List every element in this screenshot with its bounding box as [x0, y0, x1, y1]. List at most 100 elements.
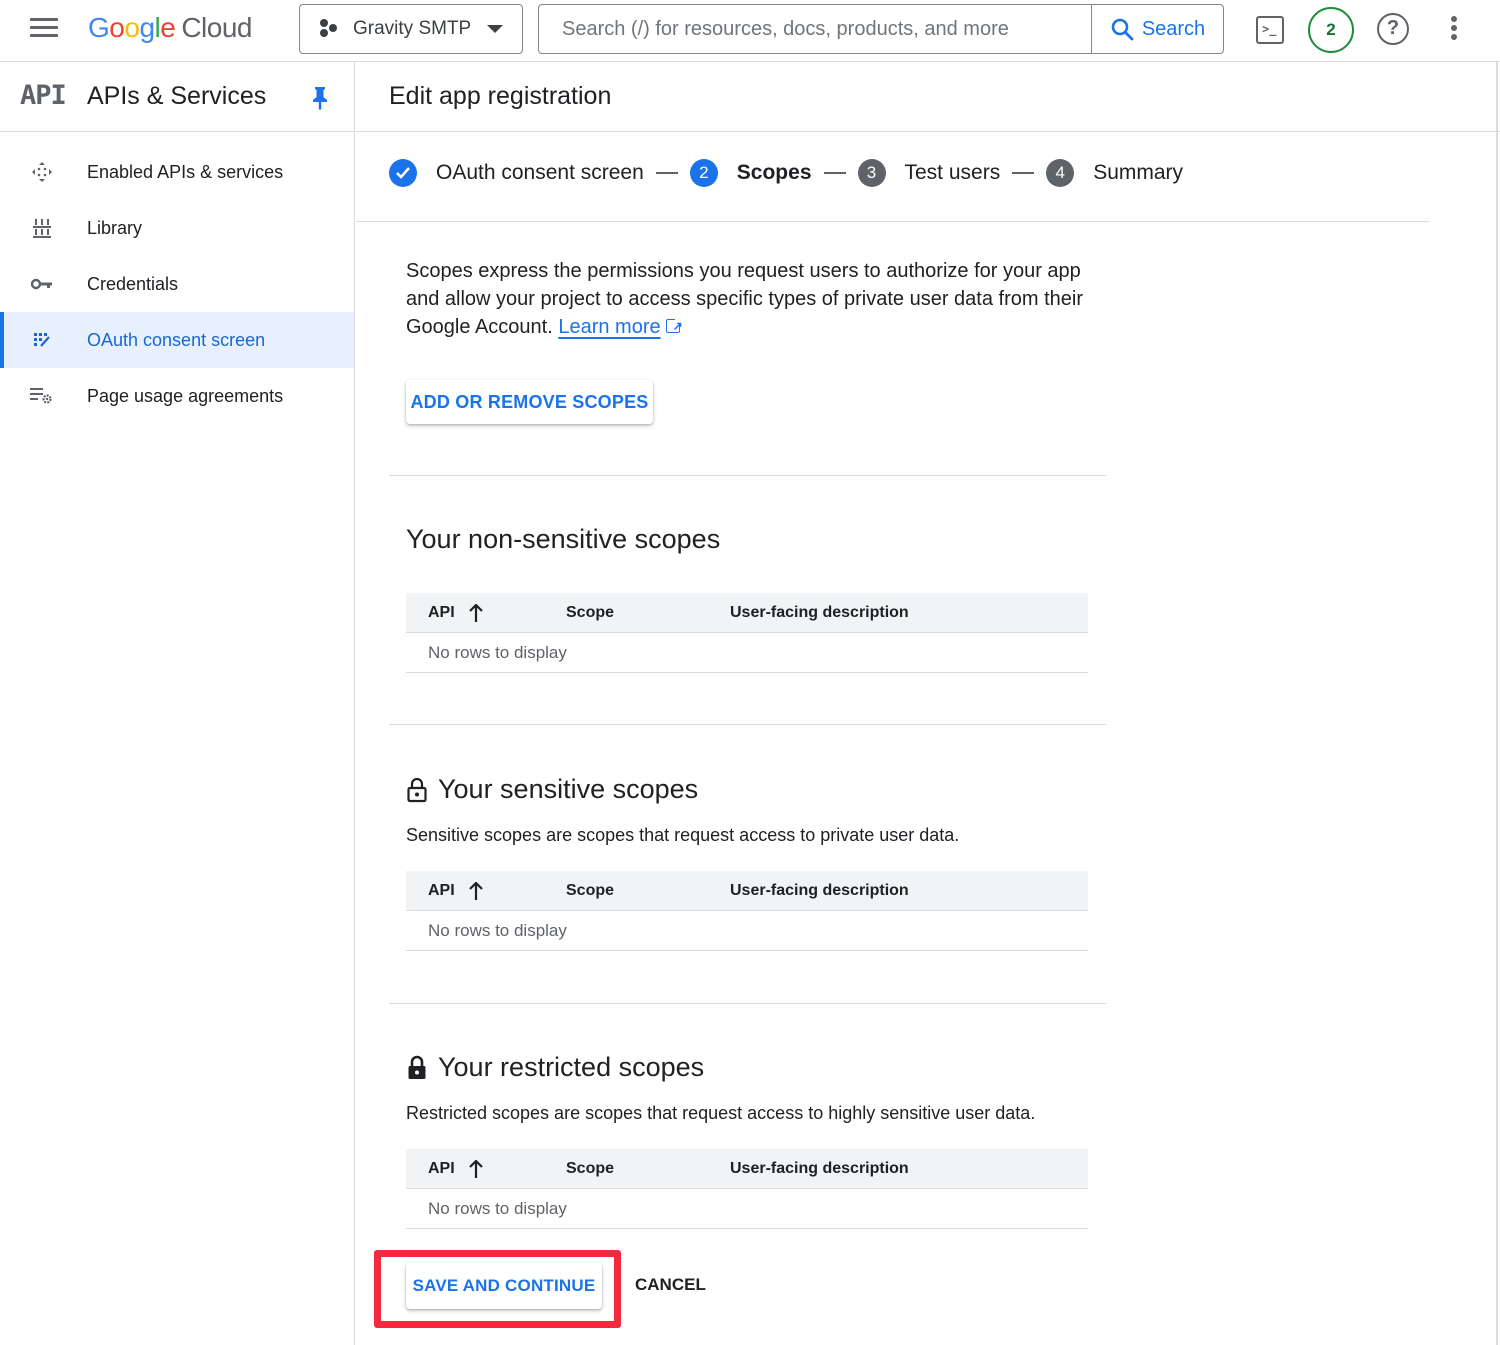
section-title: Your non-sensitive scopes [406, 524, 720, 555]
sidebar-item-credentials[interactable]: Credentials [0, 256, 354, 312]
top-bar: GoogleCloud Gravity SMTP Search >_ 2 ? [0, 0, 1500, 62]
notifications-badge[interactable]: 2 [1308, 7, 1354, 53]
logo-letter: o [109, 12, 125, 43]
column-header-scope[interactable]: Scope [566, 604, 614, 622]
column-header-api[interactable]: API [428, 1160, 483, 1178]
stepper: OAuth consent screen 2 Scopes 3 Test use… [389, 159, 1183, 187]
project-picker[interactable]: Gravity SMTP [299, 4, 523, 54]
sidebar-title: APIs & Services [87, 82, 267, 110]
step-number: 4 [1046, 159, 1075, 187]
sidebar-item-oauth-consent[interactable]: OAuth consent screen [0, 312, 354, 368]
empty-row: No rows to display [406, 1189, 1088, 1229]
step-separator [655, 172, 678, 174]
step-oauth-consent[interactable]: OAuth consent screen [436, 161, 644, 185]
section-description: Sensitive scopes are scopes that request… [406, 825, 960, 845]
column-header-api[interactable]: API [428, 604, 483, 622]
oauth-consent-icon [30, 328, 54, 352]
project-icon [318, 19, 340, 39]
page-title: Edit app registration [389, 82, 612, 110]
section-description: Restricted scopes are scopes that reques… [406, 1103, 1036, 1123]
sidebar: API APIs & Services Enabled APIs & servi… [0, 62, 355, 1345]
sidebar-item-label: OAuth consent screen [87, 329, 266, 350]
lock-outline-icon [407, 777, 427, 802]
project-name: Gravity SMTP [353, 18, 472, 39]
empty-row: No rows to display [406, 633, 1088, 673]
intro-text: Scopes express the permissions you reque… [406, 260, 1083, 338]
step-check-icon[interactable] [389, 159, 417, 187]
search-button[interactable]: Search [1091, 5, 1223, 53]
section-title-text: Your sensitive scopes [438, 774, 699, 804]
divider [356, 221, 1429, 222]
sidebar-header: API APIs & Services [0, 62, 354, 132]
step-scopes: Scopes [736, 161, 812, 184]
page-header: Edit app registration [356, 62, 1500, 132]
sidebar-item-label: Credentials [87, 273, 179, 294]
external-link-icon [665, 312, 683, 340]
table-header: API Scope User-facing description [406, 593, 1088, 633]
non-sensitive-scopes-table: API Scope User-facing description No row… [406, 593, 1088, 673]
chevron-down-icon [487, 25, 504, 33]
step-test-users: Test users [904, 161, 1001, 184]
step-separator [823, 172, 846, 174]
enabled-apis-icon [30, 160, 54, 184]
sort-ascending-icon [468, 882, 483, 900]
search-input[interactable] [539, 5, 1091, 53]
search-bar: Search [538, 4, 1224, 54]
pin-icon[interactable] [312, 86, 328, 110]
save-and-continue-button[interactable]: SAVE AND CONTINUE [406, 1263, 602, 1309]
sidebar-item-enabled-apis[interactable]: Enabled APIs & services [0, 144, 354, 200]
learn-more-label: Learn more [558, 316, 661, 338]
learn-more-link[interactable]: Learn more [558, 316, 660, 338]
add-remove-scopes-button[interactable]: ADD OR REMOVE SCOPES [406, 380, 653, 424]
logo-letter: o [124, 12, 140, 43]
intro-paragraph: Scopes express the permissions you reque… [406, 257, 1096, 341]
help-icon[interactable]: ? [1377, 13, 1409, 45]
section-title: Your sensitive scopes [406, 774, 698, 805]
api-logo-icon: API [20, 80, 67, 111]
step-number: 2 [689, 159, 718, 187]
hamburger-line [30, 26, 58, 29]
settings-list-icon [30, 384, 54, 408]
column-header-description[interactable]: User-facing description [730, 1160, 909, 1178]
cloud-shell-icon[interactable]: >_ [1256, 16, 1284, 44]
restricted-scopes-table: API Scope User-facing description No row… [406, 1149, 1088, 1229]
google-cloud-logo[interactable]: Google Cloud [88, 12, 252, 44]
table-header: API Scope User-facing description [406, 871, 1088, 911]
more-vert-icon[interactable] [1448, 16, 1460, 44]
logo-letter: g [139, 12, 155, 43]
search-icon [1111, 18, 1134, 41]
column-header-description[interactable]: User-facing description [730, 882, 909, 900]
logo-product: Cloud [181, 12, 252, 43]
page-scrollbar[interactable] [1496, 62, 1498, 1345]
column-header-description[interactable]: User-facing description [730, 604, 909, 622]
column-header-scope[interactable]: Scope [566, 1160, 614, 1178]
sort-ascending-icon [468, 1160, 483, 1178]
hamburger-line [30, 34, 58, 37]
sidebar-nav: Enabled APIs & services Library Credenti… [0, 132, 354, 424]
logo-letter: e [160, 12, 176, 43]
lock-filled-icon [408, 1055, 426, 1079]
sidebar-item-label: Library [87, 217, 143, 238]
library-icon [30, 216, 54, 240]
sidebar-item-library[interactable]: Library [0, 200, 354, 256]
table-header: API Scope User-facing description [406, 1149, 1088, 1189]
divider [389, 1003, 1106, 1004]
sidebar-item-page-usage[interactable]: Page usage agreements [0, 368, 354, 424]
step-number: 3 [857, 159, 886, 187]
sort-ascending-icon [468, 604, 483, 622]
column-header-scope[interactable]: Scope [566, 882, 614, 900]
sidebar-item-label: Page usage agreements [87, 385, 284, 406]
divider [389, 475, 1106, 476]
cancel-button[interactable]: CANCEL [635, 1275, 706, 1295]
key-icon [30, 272, 54, 296]
divider [389, 724, 1106, 725]
search-button-label: Search [1141, 17, 1206, 40]
main-menu-button[interactable] [30, 18, 58, 42]
column-header-api[interactable]: API [428, 882, 483, 900]
hamburger-line [30, 18, 58, 21]
section-title-text: Your restricted scopes [438, 1052, 705, 1082]
section-title: Your restricted scopes [406, 1052, 704, 1083]
empty-row: No rows to display [406, 911, 1088, 951]
main-content: Edit app registration OAuth consent scre… [356, 62, 1500, 1345]
sensitive-scopes-table: API Scope User-facing description No row… [406, 871, 1088, 951]
